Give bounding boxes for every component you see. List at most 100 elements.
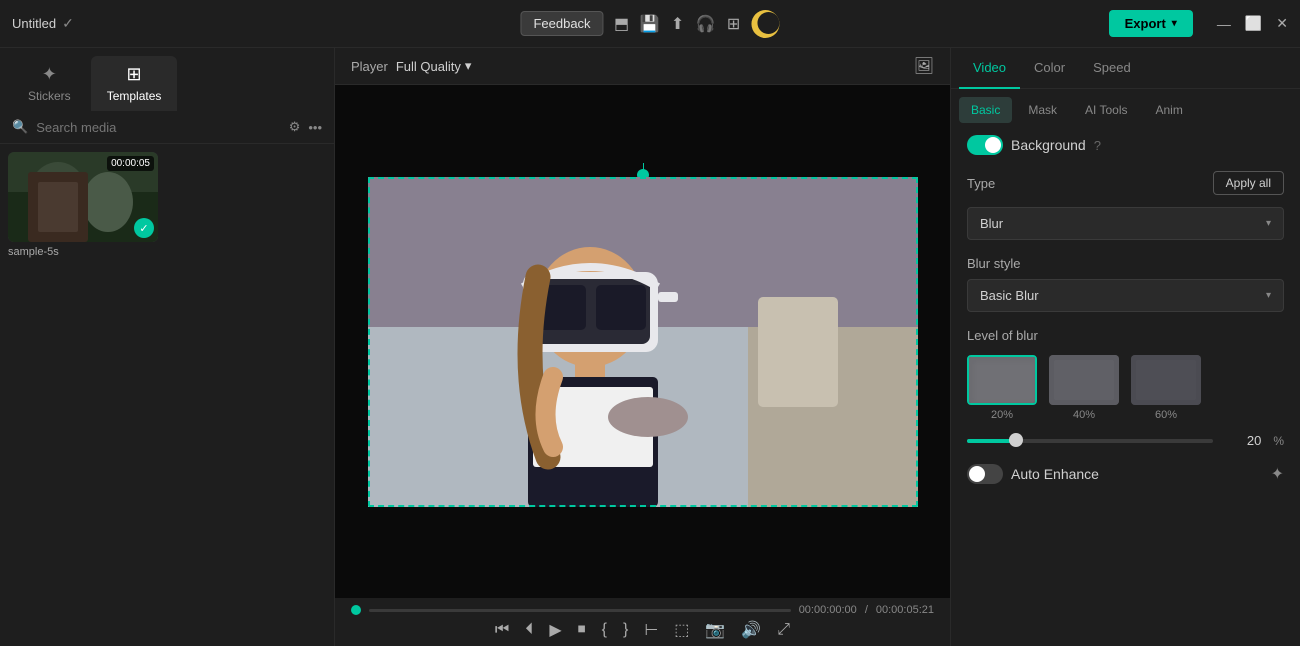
right-panel: Video Color Speed Basic Mask AI Tools An… <box>950 48 1300 646</box>
window-controls: — ⬜ ✕ <box>1217 15 1288 32</box>
play-button[interactable]: ▶ <box>549 620 561 640</box>
titlebar: Untitled ✓ Feedback ⬒ 💾 ⬆ 🎧 ⊞ Export ▾ —… <box>0 0 1300 48</box>
media-name: sample-5s <box>8 246 326 258</box>
video-container <box>335 85 950 598</box>
blur-slider-value: 20 <box>1225 433 1261 448</box>
blur-thumb-20 <box>967 355 1037 405</box>
panel-sub-tabs: Basic Mask AI Tools Anim <box>951 89 1300 123</box>
sub-tab-mask[interactable]: Mask <box>1016 97 1069 123</box>
save-icon[interactable]: 💾 <box>640 14 660 34</box>
blur-option-60[interactable]: 60% <box>1131 355 1201 421</box>
blur-slider-unit: % <box>1273 434 1284 448</box>
search-bar: 🔍 ⚙ ••• <box>0 111 334 144</box>
auto-enhance-toggle-knob <box>969 466 985 482</box>
toggle-knob <box>985 137 1001 153</box>
minimize-button[interactable]: — <box>1217 16 1231 32</box>
center-area: Player Full Quality ▾ 🖼 <box>335 48 950 646</box>
timeline-track[interactable] <box>369 609 791 612</box>
control-buttons: ⏮ ⏴ ▶ ⏹ { } ⊢ ⬚ 📷 🔊 ⤢ <box>351 620 934 640</box>
blur-label-40: 40% <box>1073 409 1095 421</box>
app-title: Untitled <box>12 16 56 31</box>
panel-content: Background ? Type Apply all Blur ▾ Blur … <box>951 123 1300 646</box>
blur-label-20: 20% <box>991 409 1013 421</box>
blur-style-dropdown[interactable]: Basic Blur ▾ <box>967 279 1284 312</box>
blur-style-label: Blur style <box>967 256 1284 271</box>
blur-slider-track[interactable] <box>967 439 1213 443</box>
quality-arrow: ▾ <box>465 58 472 74</box>
display-icon[interactable]: ⬒ <box>612 14 632 34</box>
gallery-icon[interactable]: 🖼 <box>914 56 934 76</box>
media-check-icon: ✓ <box>134 218 154 238</box>
total-time: 00:00:05:21 <box>876 604 934 616</box>
blur-option-40[interactable]: 40% <box>1049 355 1119 421</box>
mark-in-button[interactable]: { <box>602 621 607 639</box>
fullscreen-button[interactable]: ⤢ <box>777 621 790 639</box>
player-label: Player <box>351 59 388 74</box>
auto-enhance-label: Auto Enhance <box>1011 466 1099 482</box>
templates-label: Templates <box>107 89 162 103</box>
grid-icon[interactable]: ⊞ <box>724 14 744 34</box>
export-arrow: ▾ <box>1172 18 1177 29</box>
sub-tab-basic[interactable]: Basic <box>959 97 1012 123</box>
export-button[interactable]: Export ▾ <box>1109 10 1193 37</box>
feedback-button[interactable]: Feedback <box>520 11 603 36</box>
blur-level-label: Level of blur <box>967 328 1284 343</box>
titlebar-center: Feedback ⬒ 💾 ⬆ 🎧 ⊞ <box>520 10 779 38</box>
search-icon: 🔍 <box>12 119 28 135</box>
blur-option-20[interactable]: 20% <box>967 355 1037 421</box>
enhance-star-icon: ✦ <box>1271 464 1284 484</box>
tab-color[interactable]: Color <box>1020 48 1079 89</box>
sub-tab-ai-tools[interactable]: AI Tools <box>1073 97 1139 123</box>
main-layout: ✦ Stickers ⊞ Templates 🔍 ⚙ ••• <box>0 48 1300 646</box>
mark-out-button[interactable]: } <box>623 621 628 639</box>
auto-enhance-toggle[interactable] <box>967 464 1003 484</box>
search-icons: ⚙ ••• <box>289 119 322 135</box>
sub-tab-anim[interactable]: Anim <box>1143 97 1194 123</box>
sidebar-tab-stickers[interactable]: ✦ Stickers <box>12 56 87 111</box>
skip-back-button[interactable]: ⏮ <box>495 621 509 639</box>
headset-icon[interactable]: 🎧 <box>696 14 716 34</box>
volume-button[interactable]: 🔊 <box>741 620 761 640</box>
background-label: Background <box>1011 137 1086 153</box>
maximize-button[interactable]: ⬜ <box>1245 15 1262 32</box>
current-time: 00:00:00:00 <box>799 604 857 616</box>
more-icon[interactable]: ••• <box>308 120 322 135</box>
stop-button[interactable]: ⏹ <box>578 621 586 639</box>
blur-label-60: 60% <box>1155 409 1177 421</box>
pip-button[interactable]: ⬚ <box>674 620 689 640</box>
type-row: Type Apply all <box>967 171 1284 195</box>
blur-style-value: Basic Blur <box>980 288 1039 303</box>
list-item[interactable]: 00:00:05 ✓ <box>8 152 158 242</box>
blur-style-arrow-icon: ▾ <box>1266 290 1271 301</box>
search-input[interactable] <box>36 120 281 135</box>
blur-thumb-40 <box>1049 355 1119 405</box>
blur-slider-thumb[interactable] <box>1009 433 1023 447</box>
panel-main-tabs: Video Color Speed <box>951 48 1300 89</box>
left-sidebar: ✦ Stickers ⊞ Templates 🔍 ⚙ ••• <box>0 48 335 646</box>
sidebar-tab-templates[interactable]: ⊞ Templates <box>91 56 178 111</box>
type-dropdown[interactable]: Blur ▾ <box>967 207 1284 240</box>
frame-back-button[interactable]: ⏴ <box>525 621 533 639</box>
blur-slider-row: 20 % <box>967 433 1284 448</box>
tab-speed[interactable]: Speed <box>1079 48 1145 89</box>
theme-toggle[interactable] <box>752 10 780 38</box>
background-section-header: Background ? <box>967 135 1284 155</box>
background-toggle[interactable] <box>967 135 1003 155</box>
templates-icon: ⊞ <box>126 64 141 85</box>
type-value: Blur <box>980 216 1003 231</box>
filter-icon[interactable]: ⚙ <box>289 119 301 135</box>
playhead[interactable] <box>351 605 361 615</box>
type-label: Type <box>967 176 995 191</box>
media-duration: 00:00:05 <box>107 156 154 171</box>
tab-video[interactable]: Video <box>959 48 1020 89</box>
video-frame <box>368 177 918 507</box>
background-help-icon[interactable]: ? <box>1094 138 1101 153</box>
apply-all-button[interactable]: Apply all <box>1213 171 1284 195</box>
player-controls: 00:00:00:00 / 00:00:05:21 ⏮ ⏴ ▶ ⏹ { } ⊢ … <box>335 598 950 646</box>
quality-select[interactable]: Full Quality ▾ <box>396 58 472 74</box>
split-button[interactable]: ⊢ <box>644 620 658 640</box>
time-separator: / <box>865 604 868 616</box>
screenshot-button[interactable]: 📷 <box>705 620 725 640</box>
upload-icon[interactable]: ⬆ <box>668 14 688 34</box>
close-button[interactable]: ✕ <box>1276 15 1288 32</box>
